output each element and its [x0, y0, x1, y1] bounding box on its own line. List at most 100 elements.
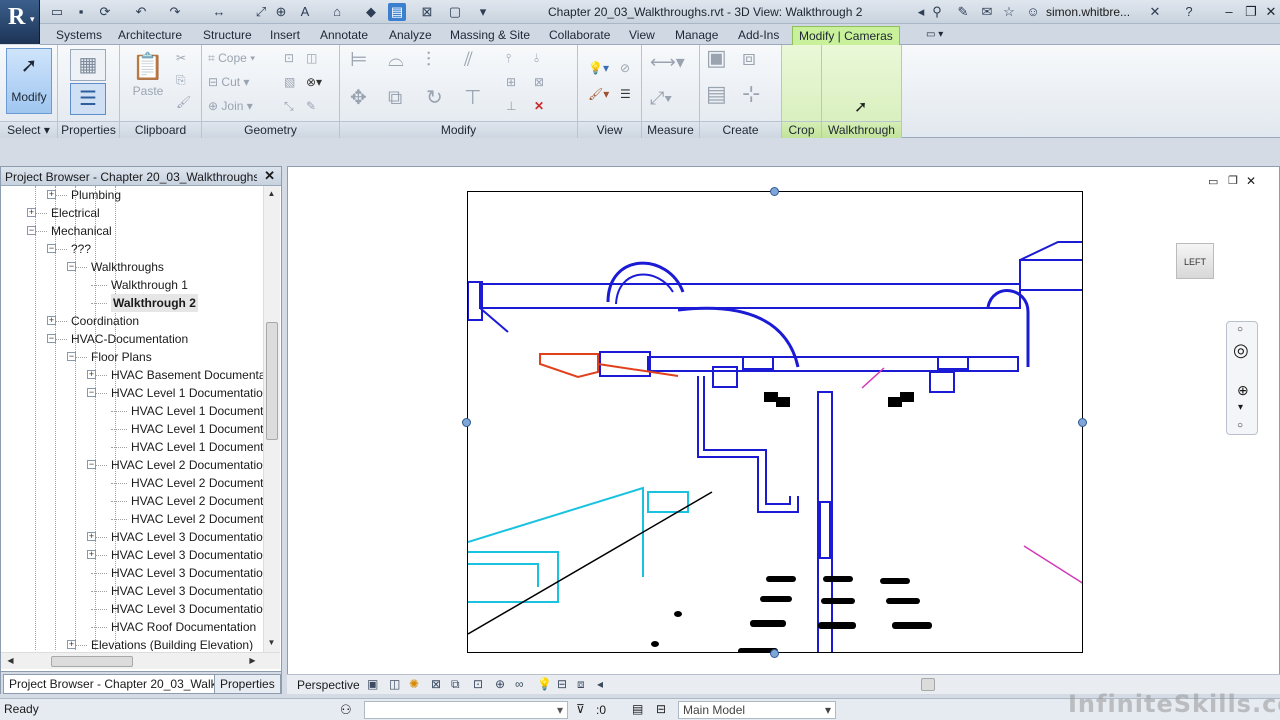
vcb-collapse-icon[interactable]: ◂ — [597, 677, 603, 691]
tree-node[interactable]: Walkthrough 1 — [111, 276, 188, 294]
tab-manage[interactable]: Manage — [669, 26, 724, 45]
tree-node[interactable]: HVAC-Documentation — [71, 330, 188, 348]
collapse-icon[interactable]: − — [27, 226, 36, 235]
walkthrough-view[interactable]: ▭ ❐ ✕ LEFT ○ ◎ ⊕ ▾ ○ — [287, 166, 1280, 694]
view-restore-icon[interactable]: ❐ — [1228, 174, 1238, 187]
tab-systems[interactable]: Systems — [50, 26, 108, 45]
application-menu-button[interactable]: R ▾ — [0, 0, 40, 44]
tab-modify-cameras[interactable]: Modify | Cameras — [792, 26, 900, 46]
tree-node[interactable]: HVAC Level 2 Documentatio — [111, 456, 263, 474]
scroll-down-icon[interactable]: ▼ — [264, 638, 279, 647]
visual-style-icon[interactable]: ▣ — [367, 677, 378, 691]
hscroll-thumb[interactable] — [51, 656, 133, 667]
delete-icon[interactable]: ✕ — [534, 97, 544, 115]
sun-path-icon[interactable]: ✺ — [409, 677, 419, 691]
steering-wheel-icon[interactable]: ◎ — [1233, 340, 1249, 361]
horizontal-scrollbar[interactable]: ◀ ▶ — [1, 652, 280, 669]
tree-node[interactable]: HVAC Level 2 Document — [131, 492, 263, 510]
tab-collaborate[interactable]: Collaborate — [543, 26, 616, 45]
collapse-icon[interactable]: − — [47, 334, 56, 343]
tag-icon[interactable]: ⊕ — [272, 3, 290, 21]
mirror-draw-icon[interactable]: ⫽ — [464, 50, 473, 70]
create-assembly-icon[interactable]: ▣ — [706, 47, 727, 69]
thin-lines-icon[interactable]: ▤ — [388, 3, 406, 21]
remove-paint-icon[interactable]: ✎ — [306, 97, 316, 115]
tree-node[interactable]: HVAC Level 1 Document — [131, 438, 263, 456]
tree-node[interactable]: Walkthroughs — [91, 258, 164, 276]
crop-view-icon[interactable]: ⧉ — [451, 677, 460, 692]
join-button[interactable]: ⊕ Join ▾ — [208, 97, 253, 115]
linework-icon[interactable]: 🖌▾ — [588, 85, 609, 103]
scale-icon[interactable]: ⊠ — [534, 73, 544, 91]
design-options-icon[interactable]: ⊟ — [656, 702, 666, 716]
tree-node[interactable]: HVAC Level 2 Document — [131, 510, 263, 528]
open-icon[interactable]: ▭ — [48, 3, 66, 21]
switch-windows-icon[interactable]: ▢ — [446, 3, 464, 21]
tree-node[interactable]: Electrical — [51, 204, 100, 222]
paint-icon[interactable]: ▧ — [284, 73, 295, 91]
tree-node[interactable]: Floor Plans — [91, 348, 152, 366]
help-icon[interactable]: ? — [1180, 3, 1198, 21]
tree-node[interactable]: HVAC Level 3 Documentatio — [111, 564, 263, 582]
collapse-icon[interactable]: − — [67, 352, 76, 361]
tree-node[interactable]: HVAC Level 2 Document — [131, 474, 263, 492]
aligned-dimension-icon[interactable]: ⤢▾ — [650, 89, 672, 107]
wall-joins-icon[interactable]: ⊡ — [284, 49, 294, 67]
tree-node[interactable]: HVAC Level 3 Documentatio — [111, 546, 263, 564]
scroll-thumb[interactable] — [266, 322, 278, 440]
worksets-icon[interactable]: ⚇ — [340, 702, 352, 718]
temporary-view-properties-icon[interactable]: ⊟ — [557, 677, 567, 691]
tree-node[interactable]: Mechanical — [51, 222, 112, 240]
scroll-left-icon[interactable]: ◀ — [3, 656, 18, 665]
offset-icon[interactable]: ⌓ — [388, 50, 404, 70]
tree-node[interactable]: ??? — [71, 240, 91, 258]
split-element-icon[interactable]: ⫯ — [506, 49, 511, 67]
cut-clipboard-icon[interactable]: ✂ — [176, 49, 186, 67]
zoom-icon[interactable]: ⊕ — [1237, 382, 1249, 399]
undo-icon[interactable]: ↶ — [132, 3, 150, 21]
hide-in-view-icon[interactable]: 💡▾ — [588, 59, 609, 77]
measure-between-icon[interactable]: ⟷▾ — [650, 53, 685, 71]
favorites-star-icon[interactable]: ☆ — [1000, 3, 1018, 21]
mirror-pick-icon[interactable]: ⫶ — [426, 50, 431, 70]
crop-grip-top[interactable] — [770, 187, 779, 196]
collapse-icon[interactable]: − — [67, 262, 76, 271]
expand-icon[interactable]: + — [47, 190, 56, 199]
trim-extend-icon[interactable]: ⊤ — [464, 88, 481, 108]
tree-node[interactable]: Plumbing — [71, 186, 121, 204]
close-icon[interactable]: ✕ — [264, 168, 275, 184]
redo-icon[interactable]: ↷ — [166, 3, 184, 21]
paste-button[interactable]: 📋 Paste — [126, 51, 170, 111]
tree-node[interactable]: HVAC Roof Documentation — [111, 618, 256, 636]
expand-icon[interactable]: + — [87, 370, 96, 379]
user-name[interactable]: simon.whitbre... — [1046, 5, 1130, 19]
copy-clipboard-icon[interactable]: ⎘ — [176, 71, 186, 89]
type-properties-button[interactable]: ▦ — [70, 49, 106, 81]
tab-properties[interactable]: Properties — [214, 674, 281, 694]
measure-icon[interactable]: ↔ — [210, 3, 228, 21]
match-properties-icon[interactable]: 🖌 — [176, 93, 191, 111]
close-hidden-icon[interactable]: ⊠ — [418, 3, 436, 21]
collapse-icon[interactable]: − — [87, 388, 96, 397]
unlocked-3d-view-icon[interactable]: ⊕ — [495, 677, 505, 691]
qat-dropdown-icon[interactable]: ▾ — [474, 3, 492, 21]
expand-icon[interactable]: + — [47, 316, 56, 325]
design-option-selector[interactable]: Main Model ▾ — [678, 701, 836, 719]
pin-icon[interactable]: ⊥ — [506, 97, 516, 115]
vertical-scrollbar[interactable]: ▲ ▼ — [263, 186, 280, 652]
crop-grip-bottom[interactable] — [770, 649, 779, 658]
override-icon[interactable]: ☰ — [620, 85, 631, 103]
close-button[interactable]: ✕ — [1260, 3, 1280, 21]
save-icon[interactable]: ▪ — [72, 3, 90, 21]
restore-button[interactable]: ❐ — [1240, 3, 1262, 21]
collapse-icon[interactable]: − — [87, 460, 96, 469]
override-graphics-icon[interactable]: ⊘ — [620, 59, 630, 77]
sync-icon[interactable]: ⟳ — [96, 3, 114, 21]
tab-project-browser[interactable]: Project Browser - Chapter 20_03_Walk... — [3, 674, 233, 694]
crop-region[interactable] — [467, 191, 1083, 653]
properties-button[interactable]: ☰ — [70, 83, 106, 115]
view-minimize-icon[interactable]: ▭ — [1208, 175, 1218, 188]
modify-button[interactable]: ➚ Modify — [6, 48, 52, 114]
expand-icon[interactable]: + — [67, 640, 76, 649]
show-crop-region-icon[interactable]: ⊡ — [473, 677, 483, 691]
